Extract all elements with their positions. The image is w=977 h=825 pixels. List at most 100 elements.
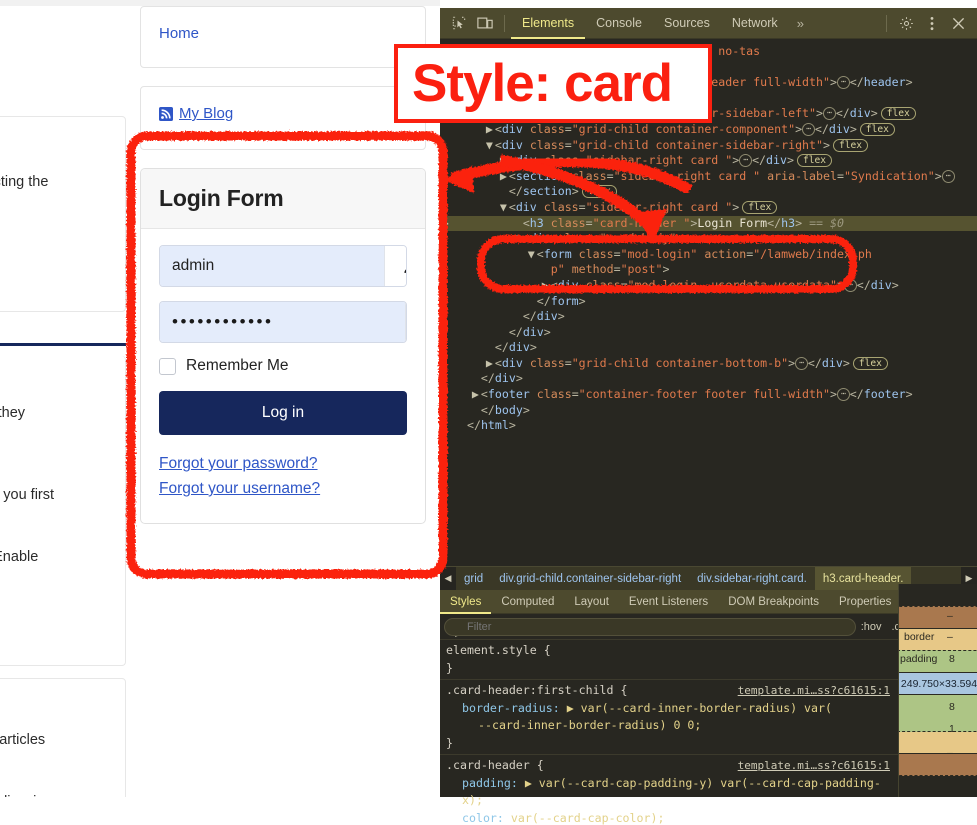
eye-icon[interactable] bbox=[405, 302, 407, 342]
styles-rules-list[interactable]: element.style {}.card-header:first-child… bbox=[440, 640, 898, 825]
collapsed-children-icon[interactable]: ⋯ bbox=[739, 154, 752, 167]
dom-node[interactable]: </div> bbox=[440, 325, 977, 341]
style-rule-selector[interactable]: element.style { bbox=[446, 642, 892, 660]
dom-node[interactable]: ▶<footer class="container-footer footer … bbox=[440, 387, 977, 403]
dom-node[interactable]: </body> bbox=[440, 403, 977, 419]
expand-triangle-open-icon[interactable]: ▼ bbox=[528, 247, 537, 263]
forgot-password-link[interactable]: Forgot your password? bbox=[159, 451, 407, 476]
dom-node[interactable]: </section>flex bbox=[440, 184, 977, 200]
style-rule-source-link[interactable]: template.mi…ss?c61615:1 bbox=[738, 682, 890, 700]
dom-token: > bbox=[572, 184, 579, 198]
style-property-name[interactable]: padding: bbox=[462, 776, 525, 790]
breadcrumb-item-1[interactable]: div.grid-child.container-sidebar-right bbox=[491, 567, 689, 591]
style-declaration[interactable]: padding: ▶ var(--card-cap-padding-y) var… bbox=[446, 775, 892, 810]
dom-node[interactable]: p" method="post"> bbox=[440, 262, 977, 278]
dom-node-badge-icon: ⋯ bbox=[442, 216, 450, 232]
nav-link-my-blog[interactable]: My Blog bbox=[179, 105, 233, 122]
style-property-name[interactable]: color: bbox=[462, 811, 511, 825]
styles-tab-dom-breakpoints[interactable]: DOM Breakpoints bbox=[718, 590, 829, 614]
dom-layout-badge[interactable]: flex bbox=[860, 123, 895, 136]
styles-tab-layout[interactable]: Layout bbox=[564, 590, 619, 614]
expand-triangle-closed-icon[interactable]: ▶ bbox=[472, 387, 481, 403]
remember-me-row[interactable]: Remember Me bbox=[159, 357, 407, 375]
tab-sources[interactable]: Sources bbox=[653, 8, 721, 39]
dom-node[interactable]: ▶<div class="grid-child container-bottom… bbox=[440, 356, 977, 372]
style-property-name[interactable]: border-radius: bbox=[462, 701, 567, 715]
styles-tab-event-listeners[interactable]: Event Listeners bbox=[619, 590, 718, 614]
dom-node[interactable]: ▶<div class="sidebar-right card ">⋯</div… bbox=[440, 153, 977, 169]
inspect-element-icon[interactable] bbox=[446, 11, 472, 35]
style-rule[interactable]: element.style {} bbox=[440, 640, 898, 680]
hov-toggle[interactable]: :hov bbox=[856, 621, 887, 633]
dom-node[interactable]: ▼<div class="grid-child container-sideba… bbox=[440, 138, 977, 154]
expand-triangle-open-icon[interactable]: ▼ bbox=[500, 200, 509, 216]
dom-layout-badge[interactable]: flex bbox=[582, 185, 617, 198]
dom-node[interactable]: </div> bbox=[440, 340, 977, 356]
collapsed-children-icon[interactable]: ⋯ bbox=[802, 123, 815, 136]
style-property-value[interactable]: ▶ var(--card-inner-border-radius) var( bbox=[567, 701, 832, 715]
dom-node[interactable]: </html> bbox=[440, 418, 977, 434]
password-input[interactable] bbox=[160, 302, 405, 342]
style-rule[interactable]: .card-header:first-child {template.mi…ss… bbox=[440, 680, 898, 755]
tab-network[interactable]: Network bbox=[721, 8, 789, 39]
style-property-value[interactable]: var(--card-cap-color); bbox=[511, 811, 665, 825]
dom-node[interactable]: ▶<div class="grid-child container-compon… bbox=[440, 122, 977, 138]
dom-layout-badge[interactable]: flex bbox=[742, 201, 777, 214]
styles-tab-styles[interactable]: Styles bbox=[440, 590, 491, 614]
styles-tab-computed[interactable]: Computed bbox=[491, 590, 564, 614]
dom-layout-badge[interactable]: flex bbox=[853, 357, 888, 370]
dom-token: "grid-child container-sidebar-right" bbox=[572, 138, 823, 152]
tab-elements[interactable]: Elements bbox=[511, 8, 585, 39]
dom-layout-badge[interactable]: flex bbox=[833, 139, 868, 152]
dom-node[interactable]: </form> bbox=[440, 294, 977, 310]
more-tabs-icon[interactable]: » bbox=[789, 16, 812, 31]
dom-node[interactable]: ▶<div class="mod-login__userdata userdat… bbox=[440, 278, 977, 294]
login-form-card: Login Form bbox=[140, 168, 426, 524]
collapsed-children-icon[interactable]: ⋯ bbox=[795, 357, 808, 370]
dom-node[interactable]: ▼<div class="card-body"> bbox=[440, 231, 977, 247]
styles-tab-properties[interactable]: Properties bbox=[829, 590, 901, 614]
dom-node[interactable]: ▼<form class="mod-login" action="/lamweb… bbox=[440, 247, 977, 263]
close-icon[interactable] bbox=[945, 11, 971, 35]
article-card-2: until they ult. data, you first set 'Ena… bbox=[0, 356, 126, 666]
gear-icon[interactable] bbox=[893, 11, 919, 35]
tab-console[interactable]: Console bbox=[585, 8, 653, 39]
style-property-value[interactable]: ▶ var(--card-cap-padding-y) var(--card-c… bbox=[462, 776, 881, 808]
dom-node[interactable]: ▶<section class="sidebar-right card " ar… bbox=[440, 169, 977, 185]
forgot-username-link[interactable]: Forgot your username? bbox=[159, 476, 407, 501]
collapsed-children-icon[interactable]: ⋯ bbox=[837, 76, 850, 89]
style-declaration[interactable]: border-radius: ▶ var(--card-inner-border… bbox=[446, 700, 892, 718]
dom-node[interactable]: ▼<div class="sidebar-right card ">flex bbox=[440, 200, 977, 216]
username-input[interactable] bbox=[160, 246, 384, 286]
collapsed-children-icon[interactable]: ⋯ bbox=[837, 388, 850, 401]
collapsed-children-icon[interactable]: ⋯ bbox=[844, 279, 857, 292]
dom-node[interactable]: </div> bbox=[440, 309, 977, 325]
dom-node[interactable]: </div> bbox=[440, 371, 977, 387]
login-submit-button[interactable]: Log in bbox=[159, 391, 407, 435]
nav-link-home[interactable]: Home bbox=[159, 25, 199, 42]
style-rule-source-link[interactable]: template.mi…ss?c61615:1 bbox=[738, 757, 890, 775]
dom-layout-badge[interactable]: flex bbox=[797, 154, 832, 167]
expand-triangle-closed-icon[interactable]: ▶ bbox=[486, 356, 495, 372]
dom-layout-badge[interactable]: flex bbox=[881, 107, 916, 120]
collapsed-children-icon[interactable]: ⋯ bbox=[942, 170, 955, 183]
device-toolbar-icon[interactable] bbox=[472, 11, 498, 35]
dom-token: > bbox=[906, 387, 913, 401]
remember-me-checkbox[interactable] bbox=[159, 358, 176, 375]
expand-triangle-closed-icon[interactable]: ▶ bbox=[542, 278, 551, 294]
kebab-menu-icon[interactable] bbox=[919, 11, 945, 35]
expand-triangle-closed-icon[interactable]: ▶ bbox=[500, 153, 509, 169]
dom-node-selected[interactable]: ⋯ <h3 class="card-header ">Login Form</h… bbox=[440, 216, 977, 232]
collapsed-children-icon[interactable]: ⋯ bbox=[823, 107, 836, 120]
expand-triangle-open-icon[interactable]: ▼ bbox=[486, 138, 495, 154]
filter-input[interactable] bbox=[444, 618, 856, 636]
breadcrumb-scroll-left-icon[interactable]: ◀ bbox=[440, 567, 456, 591]
expand-triangle-closed-icon[interactable]: ▶ bbox=[486, 122, 495, 138]
expand-triangle-open-icon[interactable]: ▼ bbox=[514, 231, 523, 247]
expand-triangle-closed-icon[interactable]: ▶ bbox=[500, 169, 509, 185]
breadcrumb-item-2[interactable]: div.sidebar-right.card. bbox=[689, 567, 815, 591]
style-declaration[interactable]: color: var(--card-cap-color); bbox=[446, 810, 892, 825]
breadcrumb-item-0[interactable]: grid bbox=[456, 567, 491, 591]
breadcrumb-item-3[interactable]: h3.card-header. bbox=[815, 567, 912, 591]
style-rule[interactable]: .card-header {template.mi…ss?c61615:1pad… bbox=[440, 755, 898, 825]
